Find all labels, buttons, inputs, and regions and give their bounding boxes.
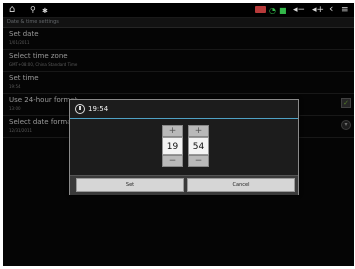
hour-decrement-button[interactable]: − bbox=[162, 155, 183, 167]
cancel-button[interactable]: Cancel bbox=[187, 178, 295, 192]
menu-icon[interactable]: ≡ bbox=[341, 4, 349, 16]
android-debug-icon: ✱ bbox=[42, 7, 48, 15]
home-icon[interactable]: ⌂ bbox=[9, 4, 15, 16]
dialog-title: 19:54 bbox=[88, 105, 109, 113]
wifi-icon: ◔ bbox=[269, 6, 276, 15]
notification-badge-icon bbox=[255, 6, 266, 13]
usb-icon: ⚲ bbox=[30, 5, 36, 14]
battery-icon: ■ bbox=[279, 6, 287, 15]
minute-increment-button[interactable]: + bbox=[188, 125, 209, 137]
device-screen: ⌂ ⚲ ✱ ◔ ■ ◂− ◂+ ‹ ≡ Date & time settings… bbox=[3, 3, 354, 266]
back-icon[interactable]: ‹ bbox=[329, 3, 333, 15]
hour-picker: + 19 − bbox=[162, 125, 183, 167]
set-button[interactable]: Set bbox=[76, 178, 184, 192]
minute-picker: + 54 − bbox=[188, 125, 209, 167]
dialog-header: 19:54 bbox=[70, 100, 298, 119]
minute-value[interactable]: 54 bbox=[188, 137, 209, 155]
volume-down-icon[interactable]: ◂− bbox=[293, 4, 305, 16]
hour-increment-button[interactable]: + bbox=[162, 125, 183, 137]
clock-icon bbox=[75, 104, 85, 114]
hour-value[interactable]: 19 bbox=[162, 137, 183, 155]
volume-up-icon[interactable]: ◂+ bbox=[312, 4, 324, 16]
dialog-button-bar: Set Cancel bbox=[70, 175, 298, 195]
minute-decrement-button[interactable]: − bbox=[188, 155, 209, 167]
status-bar: ⌂ ⚲ ✱ ◔ ■ ◂− ◂+ ‹ ≡ bbox=[3, 3, 354, 18]
time-picker-dialog: 19:54 + 19 − + 54 − Set Cancel bbox=[69, 99, 299, 195]
